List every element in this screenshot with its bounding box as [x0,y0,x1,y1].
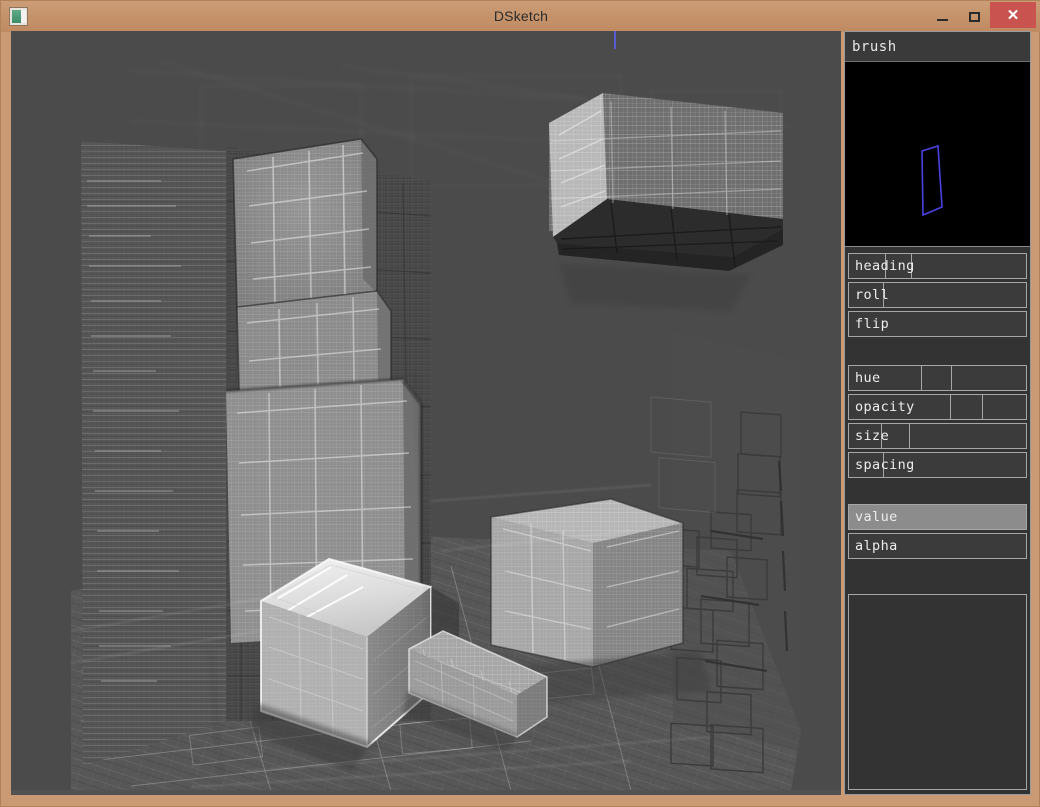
slider-heading[interactable]: heading [848,253,1027,279]
slider-flip[interactable]: flip [848,311,1027,337]
slider-spacing-label: spacing [855,457,915,473]
window-controls: ✕ [926,1,1040,32]
maximize-button[interactable] [958,1,990,32]
title-bar[interactable]: DSketch ✕ [1,1,1040,32]
slider-size[interactable]: size [848,423,1027,449]
canvas-cursor-marker [614,31,616,49]
slider-opacity-label: opacity [855,399,915,415]
drawing-canvas[interactable] [11,31,841,795]
slider-value-label: value [855,509,898,525]
app-window: DSketch ✕ brush heading roll flip hue op… [0,0,1040,807]
row-spacer-1 [847,340,1028,362]
slider-size-label: size [855,428,890,444]
slider-alpha-label: alpha [855,538,898,554]
slider-hue[interactable]: hue [848,365,1027,391]
panel-header: brush [845,32,1030,62]
slider-roll-label: roll [855,287,890,303]
slider-hue-label: hue [855,370,881,386]
slider-flip-label: flip [855,316,890,332]
row-spacer-2 [847,481,1028,501]
slider-spacing[interactable]: spacing [848,452,1027,478]
brush-nib-shape [845,62,1030,246]
window-title: DSketch [493,8,549,24]
sketch-artwork [11,31,841,795]
slider-heading-label: heading [855,258,915,274]
slider-opacity[interactable]: opacity [848,394,1027,420]
minimize-button[interactable] [926,1,958,32]
brush-panel: brush heading roll flip hue opacity size… [844,31,1031,795]
panel-header-label: brush [852,38,897,55]
slider-value[interactable]: value [848,504,1027,530]
content-area: brush heading roll flip hue opacity size… [11,31,1031,795]
slider-roll[interactable]: roll [848,282,1027,308]
panel-empty-area[interactable] [848,594,1027,790]
slider-alpha[interactable]: alpha [848,533,1027,559]
panel-rows: heading roll flip hue opacity size spaci… [845,247,1030,559]
close-button[interactable]: ✕ [990,2,1036,28]
brush-nib-preview[interactable] [845,62,1030,247]
